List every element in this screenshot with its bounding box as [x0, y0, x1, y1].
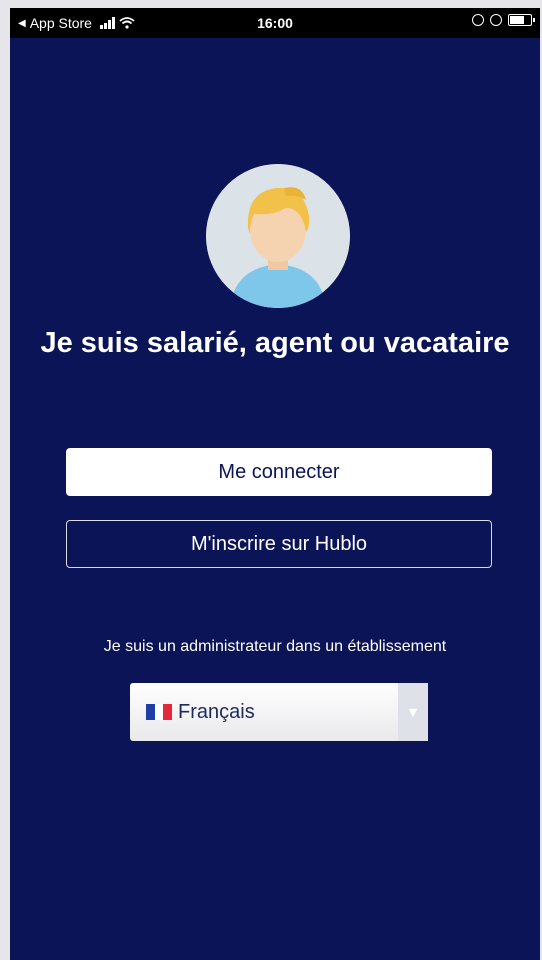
- status-time: 16:00: [257, 15, 293, 31]
- language-selected-label: Français: [178, 700, 255, 723]
- alarm-icon: [490, 14, 502, 26]
- page-title: Je suis salarié, agent ou vacataire: [40, 327, 510, 359]
- chevron-down-icon: ▼: [398, 683, 428, 741]
- user-avatar-icon: [206, 164, 350, 308]
- login-button[interactable]: Me connecter: [66, 448, 492, 496]
- battery-icon: [508, 14, 535, 26]
- register-button[interactable]: M'inscrire sur Hublo: [66, 520, 492, 568]
- france-flag-icon: [146, 704, 173, 720]
- app-screen: ◀ App Store 16:00 Je suis salarié, agent…: [10, 8, 540, 960]
- admin-link[interactable]: Je suis un administrateur dans un établi…: [10, 638, 540, 656]
- status-bar-right: [472, 14, 535, 26]
- rotation-lock-icon: [472, 14, 484, 26]
- language-select[interactable]: Français ▼: [130, 683, 428, 741]
- status-bar: ◀ App Store 16:00: [10, 8, 540, 38]
